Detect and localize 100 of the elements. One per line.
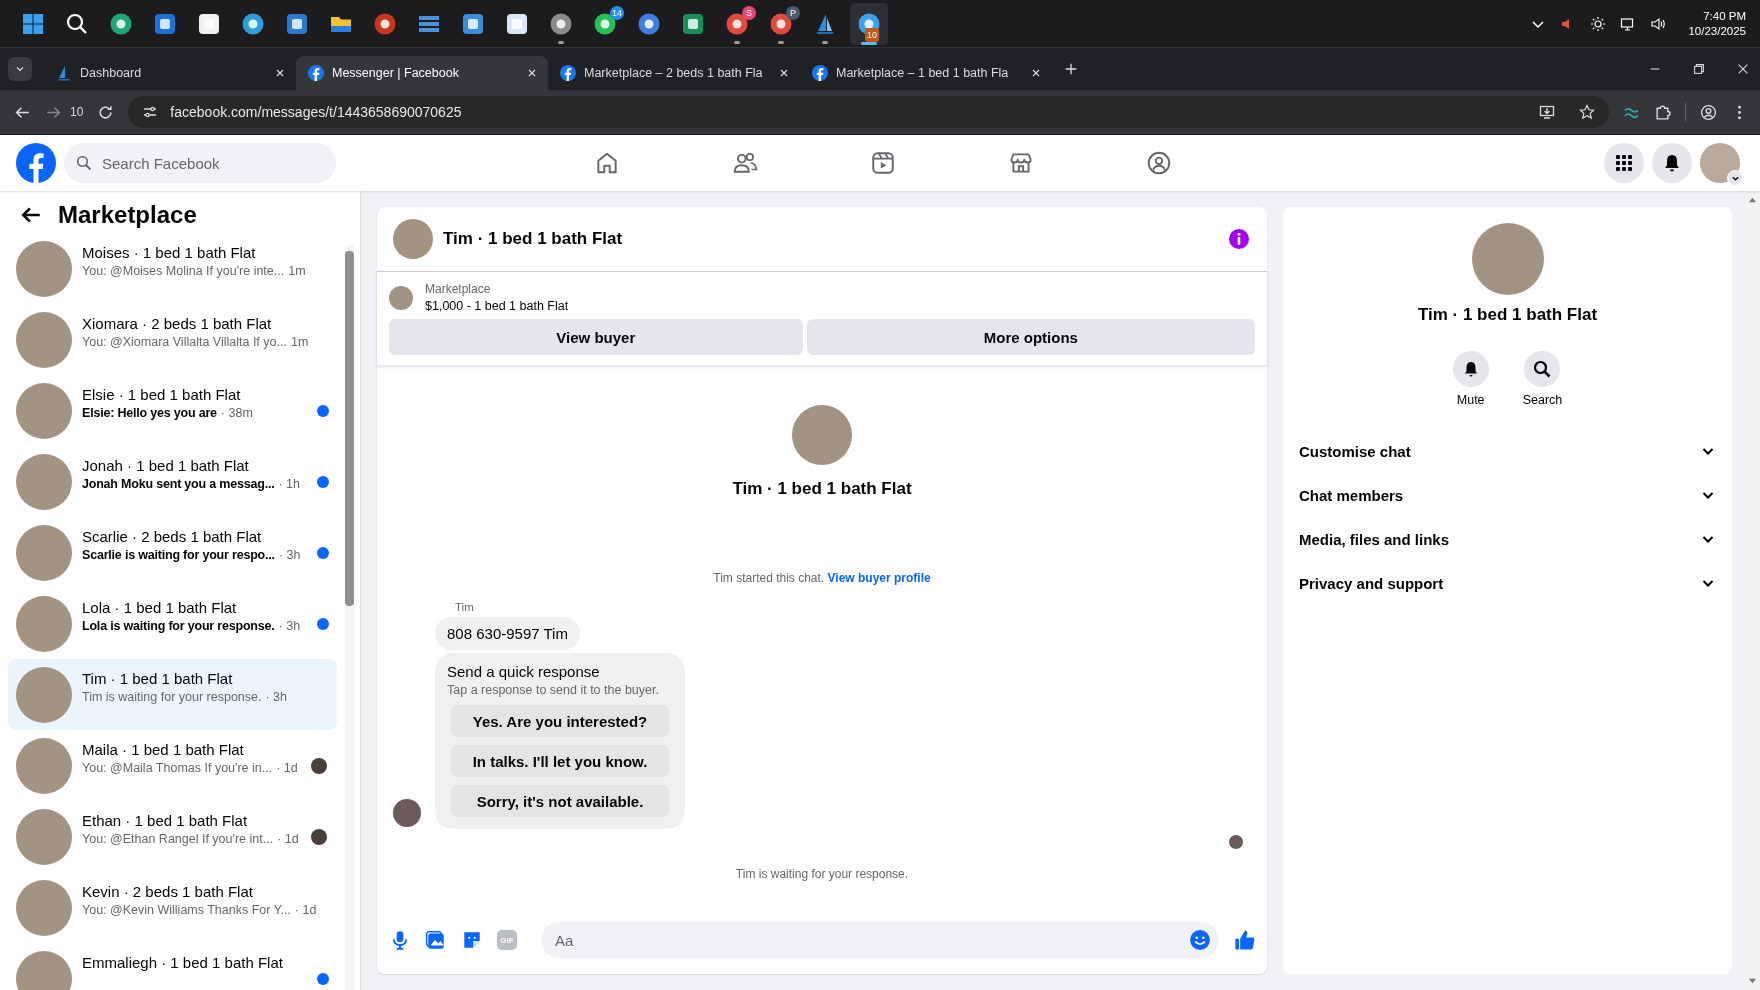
notification-badge: S (742, 5, 756, 20)
conversation-item[interactable]: Elsie · 1 bed 1 bath Flat Elsie: Hello yes you are · 38m (8, 375, 337, 446)
tab-title: Messenger | Facebook (332, 66, 460, 80)
conversation-item[interactable]: Ethan · 1 bed 1 bath Flat You: @Ethan Rangel If you're int... · 1d (8, 801, 337, 872)
groups-icon[interactable] (1146, 150, 1172, 176)
scrollbar[interactable] (1744, 191, 1760, 990)
app-icon (681, 11, 705, 36)
reload-icon[interactable] (97, 103, 115, 121)
conversation-item[interactable]: Kevin · 2 beds 1 bath Flat You: @Kevin Williams Thanks For Y... · 1d (8, 872, 337, 943)
conversation-item[interactable]: Emmaliegh · 1 bed 1 bath Flat (8, 943, 337, 990)
close-icon[interactable] (274, 67, 286, 79)
facebook-logo-icon[interactable] (16, 143, 56, 183)
photo-icon[interactable] (425, 929, 447, 951)
close-icon[interactable] (526, 67, 538, 79)
tab-search-button[interactable] (8, 57, 32, 81)
message-preview: Lola is waiting for your response. (82, 619, 275, 633)
quick-response-button[interactable]: In talks. I'll let you know. (451, 745, 669, 777)
emoji-icon[interactable] (1189, 929, 1211, 951)
message-time: · 1d (294, 903, 317, 917)
tab-title: Marketplace – 2 beds 1 bath Fla (584, 66, 764, 80)
notifications-button[interactable] (1652, 143, 1692, 183)
browser-tab[interactable]: Marketplace – 1 bed 1 bath Fla (800, 56, 1052, 90)
info-icon[interactable] (1227, 227, 1251, 251)
mail-icon (153, 11, 177, 36)
seen-avatar (1229, 835, 1243, 849)
new-tab-icon[interactable] (1064, 62, 1078, 76)
details-section[interactable]: Privacy and support (1299, 561, 1716, 605)
action-button[interactable]: View buyer (389, 319, 803, 355)
details-section[interactable]: Media, files and links (1299, 517, 1716, 561)
tab-title: Marketplace – 1 bed 1 bath Fla (836, 66, 1010, 80)
taskbar-app[interactable]: 10 (850, 2, 888, 45)
close-icon[interactable] (778, 67, 790, 79)
friends-icon[interactable] (732, 150, 758, 176)
history-count[interactable]: 10 (70, 105, 84, 119)
chat-started-text: Tim started this chat. View buyer profile (713, 571, 931, 585)
conversation-item[interactable]: Jonah · 1 bed 1 bath Flat Jonah Moku sent you a messag... · 1h (8, 446, 337, 517)
search-input[interactable]: Search Facebook (100, 153, 304, 173)
scrollbar[interactable] (345, 245, 354, 990)
notification-badge: P (786, 5, 800, 20)
scroll-up-icon[interactable] (1747, 195, 1757, 204)
scroll-down-icon[interactable] (1747, 977, 1757, 986)
message-field[interactable]: Aa (541, 922, 1219, 958)
taskbar-app[interactable]: P (762, 2, 800, 45)
notification-badge: 14 (610, 5, 624, 20)
puzzle-icon[interactable] (1654, 103, 1671, 121)
paper-plane-icon (241, 11, 265, 36)
quick-response-button[interactable]: Yes. Are you interested? (451, 705, 669, 737)
video-icon[interactable] (870, 150, 896, 176)
thumbs-up-icon[interactable] (1233, 928, 1257, 952)
home-icon[interactable] (594, 150, 620, 176)
details-section[interactable]: Chat members (1299, 473, 1716, 517)
conversation-item[interactable]: Moises · 1 bed 1 bath Flat You: @Moises Molina If you're inte... 1m (8, 233, 337, 304)
message-input[interactable]: Aa (553, 930, 1189, 950)
menu-button[interactable] (1604, 143, 1644, 183)
profile-icon[interactable] (1700, 103, 1717, 121)
brightness-icon[interactable] (1590, 15, 1607, 32)
message-time: 1m (290, 335, 309, 349)
buyer-profile-link[interactable]: View buyer profile (827, 571, 931, 585)
star-icon[interactable] (1579, 104, 1595, 120)
taskbar-app[interactable]: S (718, 2, 756, 45)
conversation-title: Lola · 1 bed 1 bath Flat (82, 599, 238, 616)
browser-icon (109, 11, 133, 36)
store-icon[interactable] (1008, 150, 1034, 176)
quick-response-button[interactable]: Sorry, it's not available. (451, 785, 669, 817)
details-section[interactable]: Customise chat (1299, 429, 1716, 473)
sticker-icon[interactable] (461, 929, 483, 951)
message-preview: Tim is waiting for your response. (82, 690, 262, 704)
running-indicator (734, 40, 740, 44)
site-settings-icon[interactable] (142, 104, 159, 120)
action-label: Search (1522, 393, 1563, 407)
message-preview: You: @Moises Molina If you're inte... (82, 264, 285, 278)
browser-tab[interactable]: Marketplace – 2 beds 1 bath Fla (548, 56, 800, 90)
address-field[interactable]: facebook.com/messages/t/1443658690070625 (128, 96, 1609, 128)
conversation-item[interactable]: Tim · 1 bed 1 bath Flat Tim is waiting for your response. · 3h (8, 659, 337, 730)
conversation-title: Scarlie · 2 beds 1 bath Flat (82, 528, 263, 545)
search-field[interactable]: Search Facebook (64, 143, 336, 183)
close-icon[interactable] (1736, 62, 1750, 76)
browser-tab[interactable]: Messenger | Facebook (296, 56, 548, 90)
search-icon (65, 11, 89, 36)
conversation-title: Tim · 1 bed 1 bath Flat (82, 670, 234, 687)
conversation-item[interactable]: Xiomara · 2 beds 1 bath Flat You: @Xiomara Villalta Villalta If yo... 1m (8, 304, 337, 375)
volume-icon[interactable] (1650, 15, 1667, 32)
conversation-item[interactable]: Lola · 1 bed 1 bath Flat Lola is waiting for your response. · 3h (8, 588, 337, 659)
headphones-icon (373, 11, 397, 36)
install-icon[interactable] (1539, 104, 1555, 120)
close-icon[interactable] (1030, 67, 1042, 79)
browser-tab[interactable]: Dashboard (44, 56, 296, 90)
action-button[interactable]: More options (806, 319, 1255, 355)
conversation-item[interactable]: Scarlie · 2 beds 1 bath Flat Scarlie is waiting for your respo... · 3h (8, 517, 337, 588)
conversation-title: Maila · 1 bed 1 bath Flat (82, 741, 245, 758)
conversation-item[interactable]: Maila · 1 bed 1 bath Flat You: @Maila Thomas If you're in... · 1d (8, 730, 337, 801)
maze-icon (505, 11, 529, 36)
action-button[interactable] (1524, 351, 1561, 387)
message-bubble: 808 630-9597 Tim (435, 617, 580, 650)
active-indicator (861, 41, 877, 45)
conversation-title: Xiomara · 2 beds 1 bath Flat (82, 315, 273, 332)
action-button[interactable] (1452, 351, 1489, 387)
conversation-title: Ethan · 1 bed 1 bath Flat (82, 812, 249, 829)
message-time: · 38m (220, 406, 253, 420)
restore-icon[interactable] (1692, 62, 1706, 76)
